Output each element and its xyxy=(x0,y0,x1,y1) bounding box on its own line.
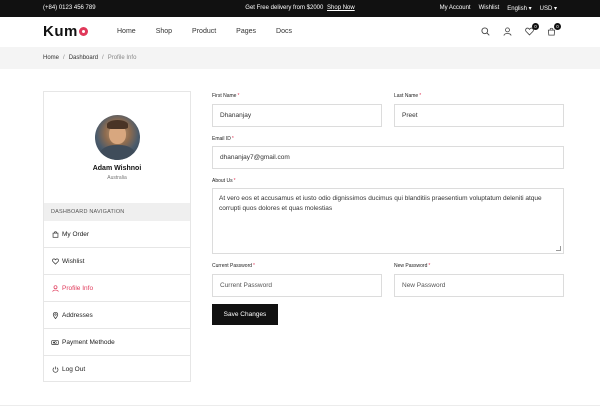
label-text: Email ID xyxy=(212,136,231,142)
email-label: Email ID* xyxy=(212,136,234,142)
power-icon xyxy=(51,366,59,374)
new-password-field[interactable]: New Password xyxy=(394,274,564,297)
label-text: Last Name xyxy=(394,93,419,99)
heart-icon[interactable]: 0 xyxy=(524,23,539,37)
required-marker: * xyxy=(428,263,431,269)
sidebar-item-profile-info[interactable]: Profile Info xyxy=(44,275,190,302)
required-marker: * xyxy=(233,178,236,184)
breadcrumb-separator: / xyxy=(63,55,65,61)
save-changes-button[interactable]: Save Changes xyxy=(212,304,278,325)
label-text: New Password xyxy=(394,263,428,269)
currency-value: USD xyxy=(539,6,553,12)
avatar xyxy=(95,115,140,160)
resize-handle-icon[interactable] xyxy=(556,246,561,251)
currency-select[interactable]: USD ▾ xyxy=(540,5,557,12)
chevron-down-icon: ▾ xyxy=(553,6,557,12)
user-country: Australia xyxy=(107,175,127,181)
search-icon[interactable] xyxy=(480,26,491,37)
topbar-links: My Account Wishlist English ▾ USD ▾ xyxy=(440,5,557,12)
sidebar-item-label: Payment Methode xyxy=(62,338,115,346)
about-text: At vero eos et accusamus et iusto odio d… xyxy=(219,195,542,212)
label-text: First Name xyxy=(212,93,237,99)
sidebar-item-label: Addresses xyxy=(62,311,93,319)
dashboard-nav: My Order Wishlist Profile Info Addresses… xyxy=(44,221,190,383)
language-select[interactable]: English ▾ xyxy=(507,5,531,12)
user-icon[interactable] xyxy=(502,26,513,37)
breadcrumb-current: Profile Info xyxy=(107,55,137,61)
heart-icon xyxy=(51,257,59,265)
sidebar-item-log-out[interactable]: Log Out xyxy=(44,356,190,383)
first-name-label: First Name* xyxy=(212,93,239,99)
main-nav: Home Shop Product Pages Docs xyxy=(117,28,312,35)
footer-divider xyxy=(0,405,600,406)
breadcrumb-home[interactable]: Home xyxy=(43,55,59,61)
user-icon xyxy=(51,284,59,292)
wishlist-link[interactable]: Wishlist xyxy=(479,5,500,12)
breadcrumb-bar: Home / Dashboard / Profile Info xyxy=(0,47,600,69)
nav-pages[interactable]: Pages xyxy=(236,28,256,35)
sidebar-item-label: My Order xyxy=(62,230,90,238)
cart-icon[interactable]: 0 xyxy=(546,23,561,37)
nav-docs[interactable]: Docs xyxy=(276,28,292,35)
nav-product[interactable]: Product xyxy=(192,28,216,35)
required-marker: * xyxy=(253,263,255,269)
card-icon xyxy=(51,338,59,346)
cart-count-badge: 0 xyxy=(554,23,561,30)
required-marker: * xyxy=(237,93,240,99)
location-icon xyxy=(51,311,59,319)
header-icons: 0 0 xyxy=(480,23,561,37)
sidebar-item-wishlist[interactable]: Wishlist xyxy=(44,248,190,275)
current-password-label: Current Password* xyxy=(212,263,255,269)
logo[interactable]: Kum xyxy=(43,23,88,40)
user-name: Adam Wishnoi xyxy=(92,165,142,172)
logo-text: Kum xyxy=(43,23,78,40)
first-name-field[interactable]: Dhananjay xyxy=(212,104,382,127)
sidebar-item-payment-methode[interactable]: Payment Methode xyxy=(44,329,190,356)
breadcrumb-dashboard[interactable]: Dashboard xyxy=(69,55,98,61)
sidebar-item-my-order[interactable]: My Order xyxy=(44,221,190,248)
dashboard-nav-heading: DASHBOARD NAVIGATION xyxy=(44,203,190,221)
breadcrumb-separator: / xyxy=(102,55,104,61)
label-text: Current Password xyxy=(212,263,253,269)
breadcrumb: Home / Dashboard / Profile Info xyxy=(43,55,136,61)
sidebar-item-label: Wishlist xyxy=(62,257,85,265)
about-textarea[interactable]: At vero eos et accusamus et iusto odio d… xyxy=(212,188,564,254)
sidebar-item-addresses[interactable]: Addresses xyxy=(44,302,190,329)
nav-shop[interactable]: Shop xyxy=(156,28,172,35)
label-text: About Us xyxy=(212,178,233,184)
my-account-link[interactable]: My Account xyxy=(440,5,471,12)
last-name-field[interactable]: Preet xyxy=(394,104,564,127)
required-marker: * xyxy=(231,136,234,142)
about-label: About Us* xyxy=(212,178,236,184)
logo-dot-icon xyxy=(78,27,88,36)
new-password-label: New Password* xyxy=(394,263,430,269)
current-password-field[interactable]: Current Password xyxy=(212,274,382,297)
sidebar-item-label: Log Out xyxy=(62,366,86,373)
wishlist-count-badge: 0 xyxy=(532,23,539,30)
required-marker: * xyxy=(419,93,422,99)
language-value: English xyxy=(507,6,527,12)
promo-text: Get Free delivery from $2000 xyxy=(245,5,324,11)
site-header: Kum Home Shop Product Pages Docs 0 0 xyxy=(0,17,600,47)
sidebar-item-label: Profile Info xyxy=(62,284,94,292)
bag-icon xyxy=(51,230,59,238)
announcement-bar: (+84) 0123 456 789 Get Free delivery fro… xyxy=(0,0,600,17)
account-sidebar: Adam Wishnoi Australia DASHBOARD NAVIGAT… xyxy=(43,91,191,382)
shop-now-link[interactable]: Shop Now xyxy=(327,5,355,11)
chevron-down-icon: ▾ xyxy=(528,6,532,12)
nav-home[interactable]: Home xyxy=(117,28,136,35)
last-name-label: Last Name* xyxy=(394,93,421,99)
email-field[interactable]: dhananjay7@gmail.com xyxy=(212,146,564,169)
